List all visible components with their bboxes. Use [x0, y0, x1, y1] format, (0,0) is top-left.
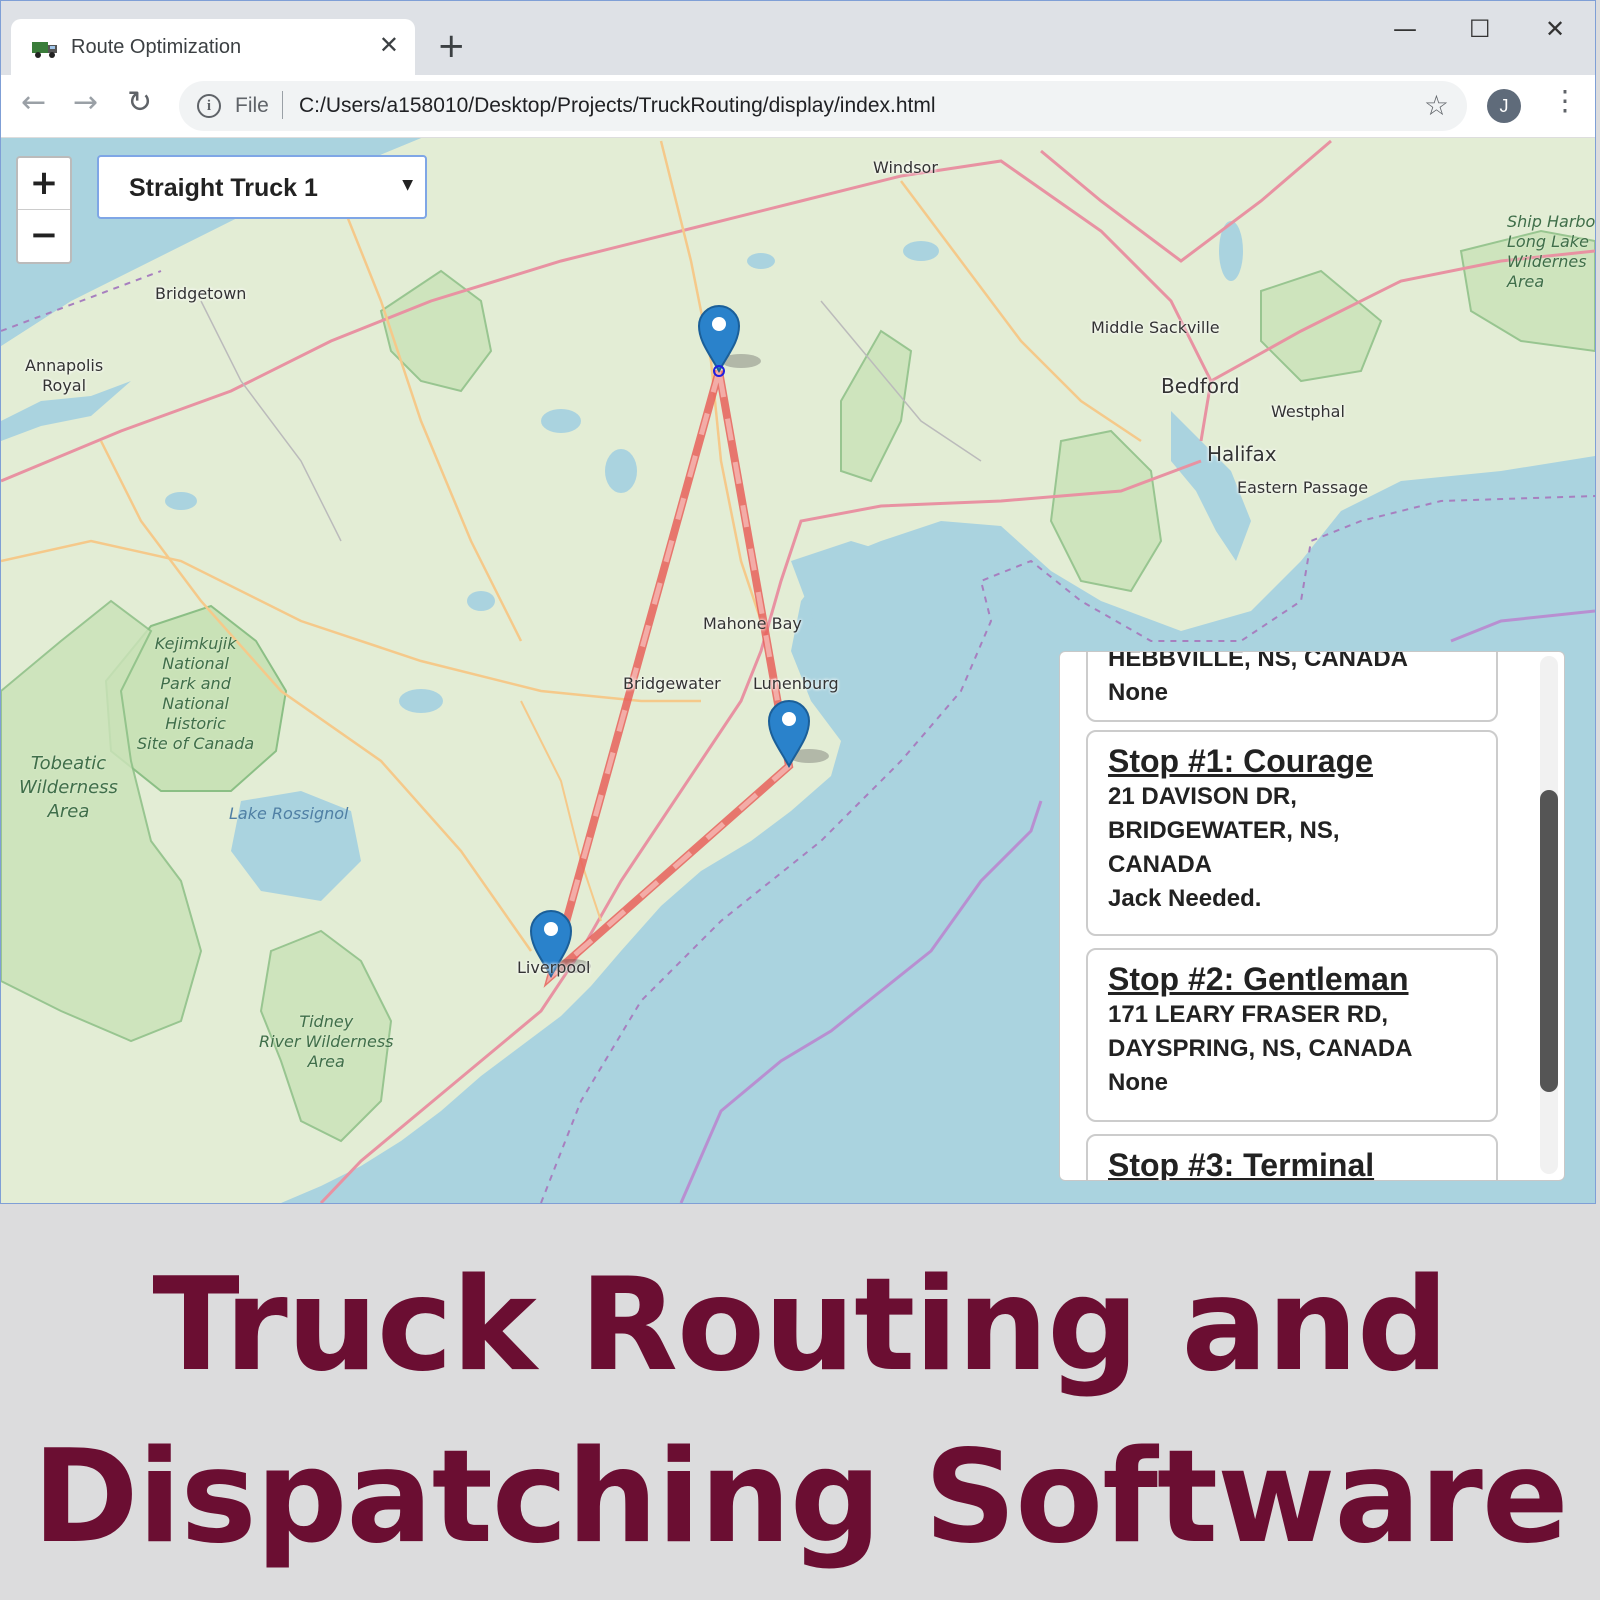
stop-note: None	[1108, 679, 1168, 706]
place-liverpool: Liverpool	[517, 958, 591, 977]
minimize-icon[interactable]: —	[1393, 15, 1417, 43]
url-separator	[282, 91, 283, 119]
park-ship-harbour-label: Ship Harbo Long Lake Wildernes Area	[1507, 212, 1595, 291]
headline: Truck Routing and Dispatching Software	[0, 1240, 1600, 1584]
stop-title[interactable]: Stop #1: Courage	[1108, 742, 1476, 780]
stop-address: 171 LEARY FRASER RD,	[1108, 1001, 1389, 1028]
lake	[399, 689, 443, 713]
stop-address: DAYSPRING, NS, CANADA	[1108, 1035, 1413, 1062]
stop-card-1[interactable]: Stop #1: Courage 21 DAVISON DR, BRIDGEWA…	[1086, 730, 1498, 936]
stop-address: 21 DAVISON DR,	[1108, 783, 1297, 810]
place-annapolis-royal: Annapolis Royal	[25, 356, 104, 395]
headline-line-1: Truck Routing and	[152, 1251, 1448, 1400]
close-tab-icon[interactable]: ✕	[379, 31, 399, 59]
stop-card-2[interactable]: Stop #2: Gentleman 171 LEARY FRASER RD, …	[1086, 948, 1498, 1122]
lake	[747, 253, 775, 269]
truck-select[interactable]: Straight Truck 1 ▼	[97, 155, 427, 219]
park-tobeatic-label: Tobeatic Wilderness Area	[19, 753, 118, 822]
place-bedford: Bedford	[1161, 374, 1240, 398]
place-windsor: Windsor	[873, 158, 938, 177]
maximize-icon[interactable]: ☐	[1469, 15, 1491, 43]
stop-address: BRIDGEWATER, NS,	[1108, 817, 1340, 844]
place-bridgetown: Bridgetown	[155, 284, 247, 303]
stop-card-3[interactable]: Stop #3: Terminal	[1086, 1134, 1498, 1180]
tab-title: Route Optimization	[71, 36, 242, 58]
place-lunenburg: Lunenburg	[753, 674, 839, 693]
scrollbar-thumb[interactable]	[1540, 790, 1558, 1092]
lake-rossignol-label: Lake Rossignol	[229, 804, 349, 823]
zoom-control: + −	[16, 156, 72, 264]
stop-list-panel[interactable]: HEBBVILLE, NS, CANADA None Stop #1: Cour…	[1059, 651, 1565, 1181]
address-bar[interactable]: i File C:/Users/a158010/Desktop/Projects…	[179, 81, 1467, 131]
place-westphal: Westphal	[1271, 402, 1345, 421]
place-eastern-passage: Eastern Passage	[1237, 478, 1369, 497]
browser-window: Route Optimization ✕ + — ☐ ✕ ← → ↻ i Fil…	[0, 0, 1596, 1204]
reload-icon[interactable]: ↻	[127, 85, 152, 120]
close-window-icon[interactable]: ✕	[1545, 15, 1565, 43]
park-tidney-label: Tidney River Wilderness Area	[259, 1012, 394, 1071]
place-bridgewater: Bridgewater	[623, 674, 721, 693]
lake	[903, 241, 939, 261]
park-kejimkujik-label: Kejimkujik National Park and National Hi…	[137, 634, 255, 753]
star-icon[interactable]: ☆	[1424, 89, 1449, 122]
place-halifax: Halifax	[1207, 442, 1277, 466]
place-mahone-bay: Mahone Bay	[703, 614, 802, 633]
tab-strip: Route Optimization ✕ + — ☐ ✕	[1, 1, 1595, 77]
lake	[467, 591, 495, 611]
zoom-out-button[interactable]: −	[18, 210, 70, 261]
truck-icon	[32, 42, 57, 58]
lake	[541, 409, 581, 433]
lake	[605, 449, 637, 493]
new-tab-button[interactable]: +	[437, 29, 466, 63]
stop-address: HEBBVILLE, NS, CANADA	[1108, 651, 1409, 672]
back-icon[interactable]: ←	[21, 85, 46, 120]
lake	[165, 492, 197, 510]
menu-icon[interactable]: ⋮	[1551, 87, 1579, 115]
stop-note: Jack Needed.	[1108, 885, 1262, 912]
forward-icon[interactable]: →	[73, 85, 98, 120]
stop-card-depot[interactable]: HEBBVILLE, NS, CANADA None	[1086, 651, 1498, 722]
truck-select-value: Straight Truck 1	[129, 174, 318, 202]
profile-avatar[interactable]: J	[1487, 89, 1521, 123]
stop-title[interactable]: Stop #2: Gentleman	[1108, 960, 1476, 998]
headline-line-2: Dispatching Software	[32, 1423, 1568, 1572]
chevron-down-icon: ▼	[402, 177, 413, 193]
url-text[interactable]: C:/Users/a158010/Desktop/Projects/TruckR…	[299, 94, 936, 118]
tab-route-optimization[interactable]: Route Optimization ✕	[11, 19, 415, 77]
place-middle-sackville: Middle Sackville	[1091, 318, 1220, 337]
info-icon[interactable]: i	[197, 94, 221, 118]
stop-address: CANADA	[1108, 851, 1212, 878]
stop-note: None	[1108, 1069, 1168, 1096]
zoom-in-button[interactable]: +	[18, 158, 70, 210]
browser-toolbar: ← → ↻ i File C:/Users/a158010/Desktop/Pr…	[1, 75, 1595, 138]
url-scheme: File	[235, 94, 269, 117]
stop-title[interactable]: Stop #3: Terminal	[1108, 1146, 1476, 1180]
